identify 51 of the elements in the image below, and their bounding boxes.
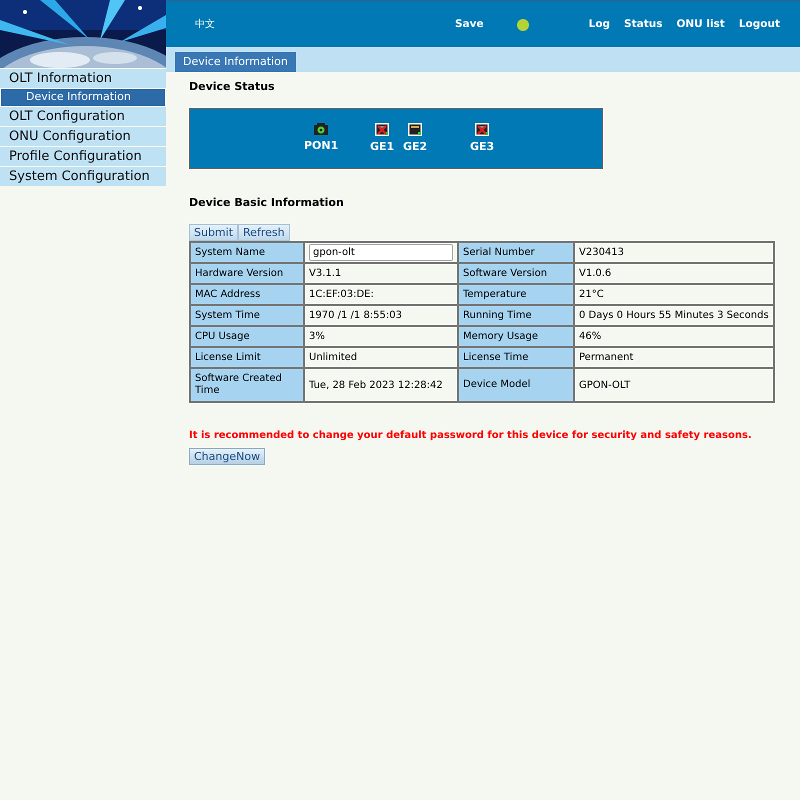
- field-label: Software Version: [458, 263, 574, 284]
- save-link[interactable]: Save: [455, 16, 484, 32]
- language-link[interactable]: 中文: [195, 17, 215, 32]
- nav-link[interactable]: Status: [624, 16, 662, 32]
- port-label: GE3: [470, 138, 494, 154]
- toolbar-button[interactable]: Refresh: [238, 224, 290, 241]
- section-title: Device Basic Information: [189, 194, 345, 210]
- sidebar-item[interactable]: ONU Configuration: [0, 127, 166, 146]
- sidebar-item[interactable]: Profile Configuration: [0, 147, 166, 166]
- field-value: 0 Days 0 Hours 55 Minutes 3 Seconds: [579, 310, 769, 321]
- field-value: 46%: [579, 331, 602, 342]
- field-label: Hardware Version: [190, 263, 304, 284]
- sidebar-item[interactable]: System Configuration: [0, 167, 166, 186]
- field-label: Running Time: [458, 305, 574, 326]
- field-value: Unlimited: [309, 352, 358, 363]
- field-label: Serial Number: [458, 242, 574, 263]
- field-value: V1.0.6: [579, 268, 612, 279]
- field-value: Tue, 28 Feb 2023 12:28:42: [309, 380, 443, 390]
- field-value: 1970 /1 /1 8:55:03: [309, 310, 402, 321]
- field-value: Permanent: [579, 352, 634, 363]
- change-now-button[interactable]: ChangeNow: [189, 448, 266, 465]
- warning-message: It is recommended to change your default password for this device for security and safety reasons.: [189, 429, 753, 443]
- field-value: V230413: [579, 247, 624, 258]
- field-label: Temperature: [458, 284, 574, 305]
- field-label: CPU Usage: [190, 326, 304, 347]
- field-label: Memory Usage: [458, 326, 574, 347]
- sidebar-item[interactable]: OLT Configuration: [0, 107, 166, 126]
- nav-link[interactable]: Logout: [738, 16, 780, 32]
- field-value: 3%: [309, 331, 325, 342]
- nav-link[interactable]: Log: [588, 16, 610, 32]
- section-title: Device Status: [189, 79, 276, 95]
- sidebar-subitem[interactable]: Device Information: [1, 89, 165, 106]
- port-label: PON1: [304, 138, 338, 154]
- field-value: V3.1.1: [309, 268, 342, 279]
- tab[interactable]: Device Information: [175, 52, 296, 72]
- field-value: 21°C: [579, 289, 604, 300]
- field-label: License Limit: [190, 347, 304, 368]
- field-value: GPON-OLT: [579, 380, 630, 390]
- port-label: GE1: [370, 138, 394, 154]
- nav-link[interactable]: ONU list: [676, 16, 725, 32]
- text-field[interactable]: gpon-olt: [309, 244, 453, 261]
- toolbar-button[interactable]: Submit: [189, 224, 238, 241]
- field-label: License Time: [458, 347, 574, 368]
- field-label: Device Model: [458, 368, 574, 402]
- port-label: GE2: [403, 138, 428, 154]
- field-label: System Name: [190, 242, 304, 263]
- sidebar-item[interactable]: OLT Information: [0, 69, 166, 88]
- field-value: 1C:EF:03:DE:: [309, 289, 374, 300]
- field-label: MAC Address: [190, 284, 304, 305]
- field-label: System Time: [190, 305, 304, 326]
- field-label: Software Created Time: [190, 368, 304, 402]
